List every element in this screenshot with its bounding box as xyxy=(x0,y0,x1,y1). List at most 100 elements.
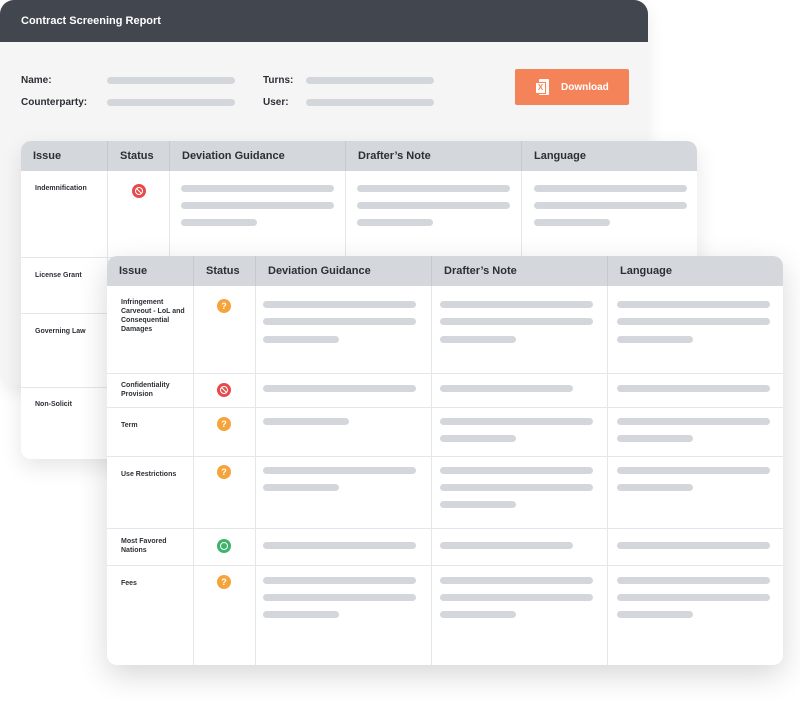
blocked-status-icon xyxy=(132,184,146,198)
text-placeholder xyxy=(534,185,687,192)
text-placeholder xyxy=(263,467,416,474)
text-placeholder xyxy=(617,611,693,618)
issue-non-solicit: Non-Solicit xyxy=(35,401,72,408)
text-placeholder xyxy=(181,185,334,192)
text-placeholder xyxy=(617,336,693,343)
text-placeholder xyxy=(263,336,339,343)
header-divider xyxy=(345,141,346,171)
text-placeholder xyxy=(440,318,593,325)
col-status: Status xyxy=(108,141,169,171)
text-placeholder xyxy=(263,611,339,618)
question-status-icon: ? xyxy=(217,465,231,479)
text-placeholder xyxy=(617,577,770,584)
text-placeholder xyxy=(440,435,516,442)
header-divider xyxy=(255,256,256,286)
text-placeholder xyxy=(263,418,349,425)
row-divider xyxy=(107,407,783,408)
col-issue: Issue xyxy=(107,256,193,286)
front-issues-table: Issue Status Deviation Guidance Drafter’… xyxy=(107,256,783,665)
text-placeholder xyxy=(440,501,516,508)
text-placeholder xyxy=(440,385,573,392)
col-drafters-note: Drafter’s Note xyxy=(432,256,607,286)
col-deviation-guidance: Deviation Guidance xyxy=(170,141,345,171)
text-placeholder xyxy=(263,301,416,308)
turns-value-placeholder xyxy=(306,77,434,84)
issue-use-restrictions: Use Restrictions xyxy=(121,471,177,478)
text-placeholder xyxy=(263,318,416,325)
text-placeholder xyxy=(617,484,693,491)
text-placeholder xyxy=(263,542,416,549)
counterparty-value-placeholder xyxy=(107,99,235,106)
issue-confidentiality-provision: Confidentiality Provision xyxy=(121,382,170,398)
col-divider xyxy=(193,286,194,665)
text-placeholder xyxy=(440,467,593,474)
blocked-status-icon xyxy=(217,383,231,397)
text-placeholder xyxy=(440,577,593,584)
row-divider xyxy=(107,528,783,529)
text-placeholder xyxy=(534,202,687,209)
col-issue: Issue xyxy=(21,141,107,171)
question-status-icon: ? xyxy=(217,417,231,431)
text-placeholder xyxy=(263,385,416,392)
text-placeholder xyxy=(617,594,770,601)
text-placeholder xyxy=(181,202,334,209)
text-placeholder xyxy=(617,385,770,392)
header-divider xyxy=(521,141,522,171)
row-divider xyxy=(107,456,783,457)
issue-infringement-carveout: Infringement Carveout - LoL and Conseque… xyxy=(121,299,185,333)
name-value-placeholder xyxy=(107,77,235,84)
header-divider xyxy=(431,256,432,286)
text-placeholder xyxy=(263,594,416,601)
text-placeholder xyxy=(263,577,416,584)
text-placeholder xyxy=(440,542,573,549)
issue-license-grant: License Grant xyxy=(35,272,82,279)
text-placeholder xyxy=(440,418,593,425)
text-placeholder xyxy=(534,219,610,226)
col-divider xyxy=(607,286,608,665)
header-divider xyxy=(107,141,108,171)
text-placeholder xyxy=(440,336,516,343)
text-placeholder xyxy=(440,594,593,601)
excel-icon: X xyxy=(535,79,549,95)
question-status-icon: ? xyxy=(217,299,231,313)
issue-fees: Fees xyxy=(121,580,137,587)
text-placeholder xyxy=(440,611,516,618)
text-placeholder xyxy=(617,542,770,549)
user-value-placeholder xyxy=(306,99,434,106)
text-placeholder xyxy=(617,467,770,474)
user-label: User: xyxy=(263,97,289,108)
row-divider xyxy=(107,565,783,566)
text-placeholder xyxy=(617,418,770,425)
counterparty-label: Counterparty: xyxy=(21,97,88,108)
header-divider xyxy=(607,256,608,286)
text-placeholder xyxy=(617,301,770,308)
text-placeholder xyxy=(357,202,510,209)
col-divider xyxy=(431,286,432,665)
col-language: Language xyxy=(608,256,783,286)
issue-governing-law: Governing Law xyxy=(35,328,86,335)
issue-term: Term xyxy=(121,422,138,429)
download-button[interactable]: X Download xyxy=(515,69,629,105)
turns-label: Turns: xyxy=(263,75,294,86)
issue-most-favored-nations: Most Favored Nations xyxy=(121,538,167,554)
col-language: Language xyxy=(522,141,697,171)
col-drafters-note: Drafter’s Note xyxy=(346,141,521,171)
text-placeholder xyxy=(263,484,339,491)
col-status: Status xyxy=(194,256,255,286)
text-placeholder xyxy=(440,484,593,491)
header-divider xyxy=(193,256,194,286)
report-title: Contract Screening Report xyxy=(0,0,648,42)
text-placeholder xyxy=(617,318,770,325)
text-placeholder xyxy=(357,185,510,192)
text-placeholder xyxy=(357,219,433,226)
col-divider xyxy=(255,286,256,665)
text-placeholder xyxy=(181,219,257,226)
text-placeholder xyxy=(440,301,593,308)
download-label: Download xyxy=(561,81,609,93)
text-placeholder xyxy=(617,435,693,442)
check-status-icon xyxy=(217,539,231,553)
col-deviation-guidance: Deviation Guidance xyxy=(256,256,431,286)
row-divider xyxy=(107,373,783,374)
header-divider xyxy=(169,141,170,171)
issue-indemnification: Indemnification xyxy=(35,185,87,192)
